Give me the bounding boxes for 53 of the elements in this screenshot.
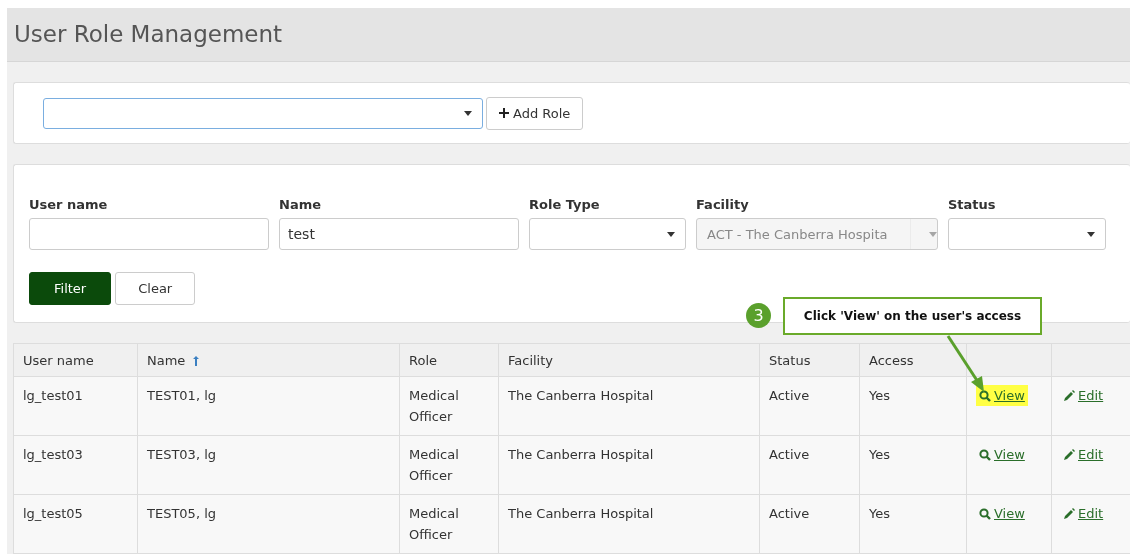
pencil-icon [1064, 390, 1075, 401]
filter-button[interactable]: Filter [29, 272, 112, 306]
text-field[interactable]: test [279, 218, 519, 251]
page-title: User Role Management [14, 21, 283, 48]
table-cell: Active [769, 506, 810, 521]
table-cell: Active [769, 388, 810, 403]
table-cell: TEST03, lg [147, 447, 217, 462]
add-role-button[interactable]: Add Role [486, 96, 584, 130]
search-icon [979, 448, 991, 461]
plus-icon [499, 108, 509, 119]
table-cell: The Canberra Hospital [508, 506, 654, 521]
caret-icon [929, 231, 937, 237]
field-label: User name [29, 197, 109, 213]
field-label: Status [948, 197, 997, 213]
table-cell: TEST01, lg [147, 388, 217, 403]
table-cell: TEST05, lg [147, 506, 217, 521]
table-cell: The Canberra Hospital [508, 388, 654, 403]
field-label: Role Type [529, 197, 601, 213]
callout-arrow [946, 335, 984, 392]
table-cell: lg_test01 [23, 388, 83, 403]
role-select[interactable] [43, 97, 483, 129]
caret-icon [464, 110, 472, 116]
caret-icon [1087, 231, 1095, 237]
select-field[interactable] [529, 218, 686, 251]
column-header[interactable]: User name [13, 343, 138, 377]
column-header[interactable]: Name [137, 343, 400, 377]
field-label: Facility [696, 197, 750, 213]
table-cell: Yes [869, 506, 890, 521]
sort-up-icon [193, 356, 200, 366]
table-cell-text: Medical Officer [409, 446, 460, 485]
column-header[interactable]: Access [859, 343, 967, 377]
table-cell: Yes [869, 388, 890, 403]
table-cell: lg_test03 [23, 447, 83, 462]
table-cell-text: Medical Officer [409, 505, 460, 544]
column-header[interactable]: Role [399, 343, 499, 377]
search-icon [979, 507, 991, 520]
callout-box: Click 'View' on the user's access [783, 297, 1042, 335]
text-field[interactable] [29, 218, 269, 251]
column-header[interactable]: Facility [498, 343, 760, 377]
column-header[interactable]: Status [759, 343, 860, 377]
field-label: Name [279, 197, 322, 213]
select-field[interactable] [948, 218, 1106, 251]
table-cell-text: Medical Officer [409, 387, 460, 426]
table-cell: Yes [869, 447, 890, 462]
pencil-icon [1064, 508, 1075, 519]
caret-icon [667, 231, 675, 237]
view-link[interactable]: View [976, 385, 1028, 406]
table-cell: Active [769, 447, 810, 462]
table-cell: The Canberra Hospital [508, 447, 654, 462]
search-icon [979, 389, 991, 402]
pencil-icon [1064, 449, 1075, 460]
table-cell: lg_test05 [23, 506, 83, 521]
clear-button[interactable]: Clear [115, 272, 196, 306]
